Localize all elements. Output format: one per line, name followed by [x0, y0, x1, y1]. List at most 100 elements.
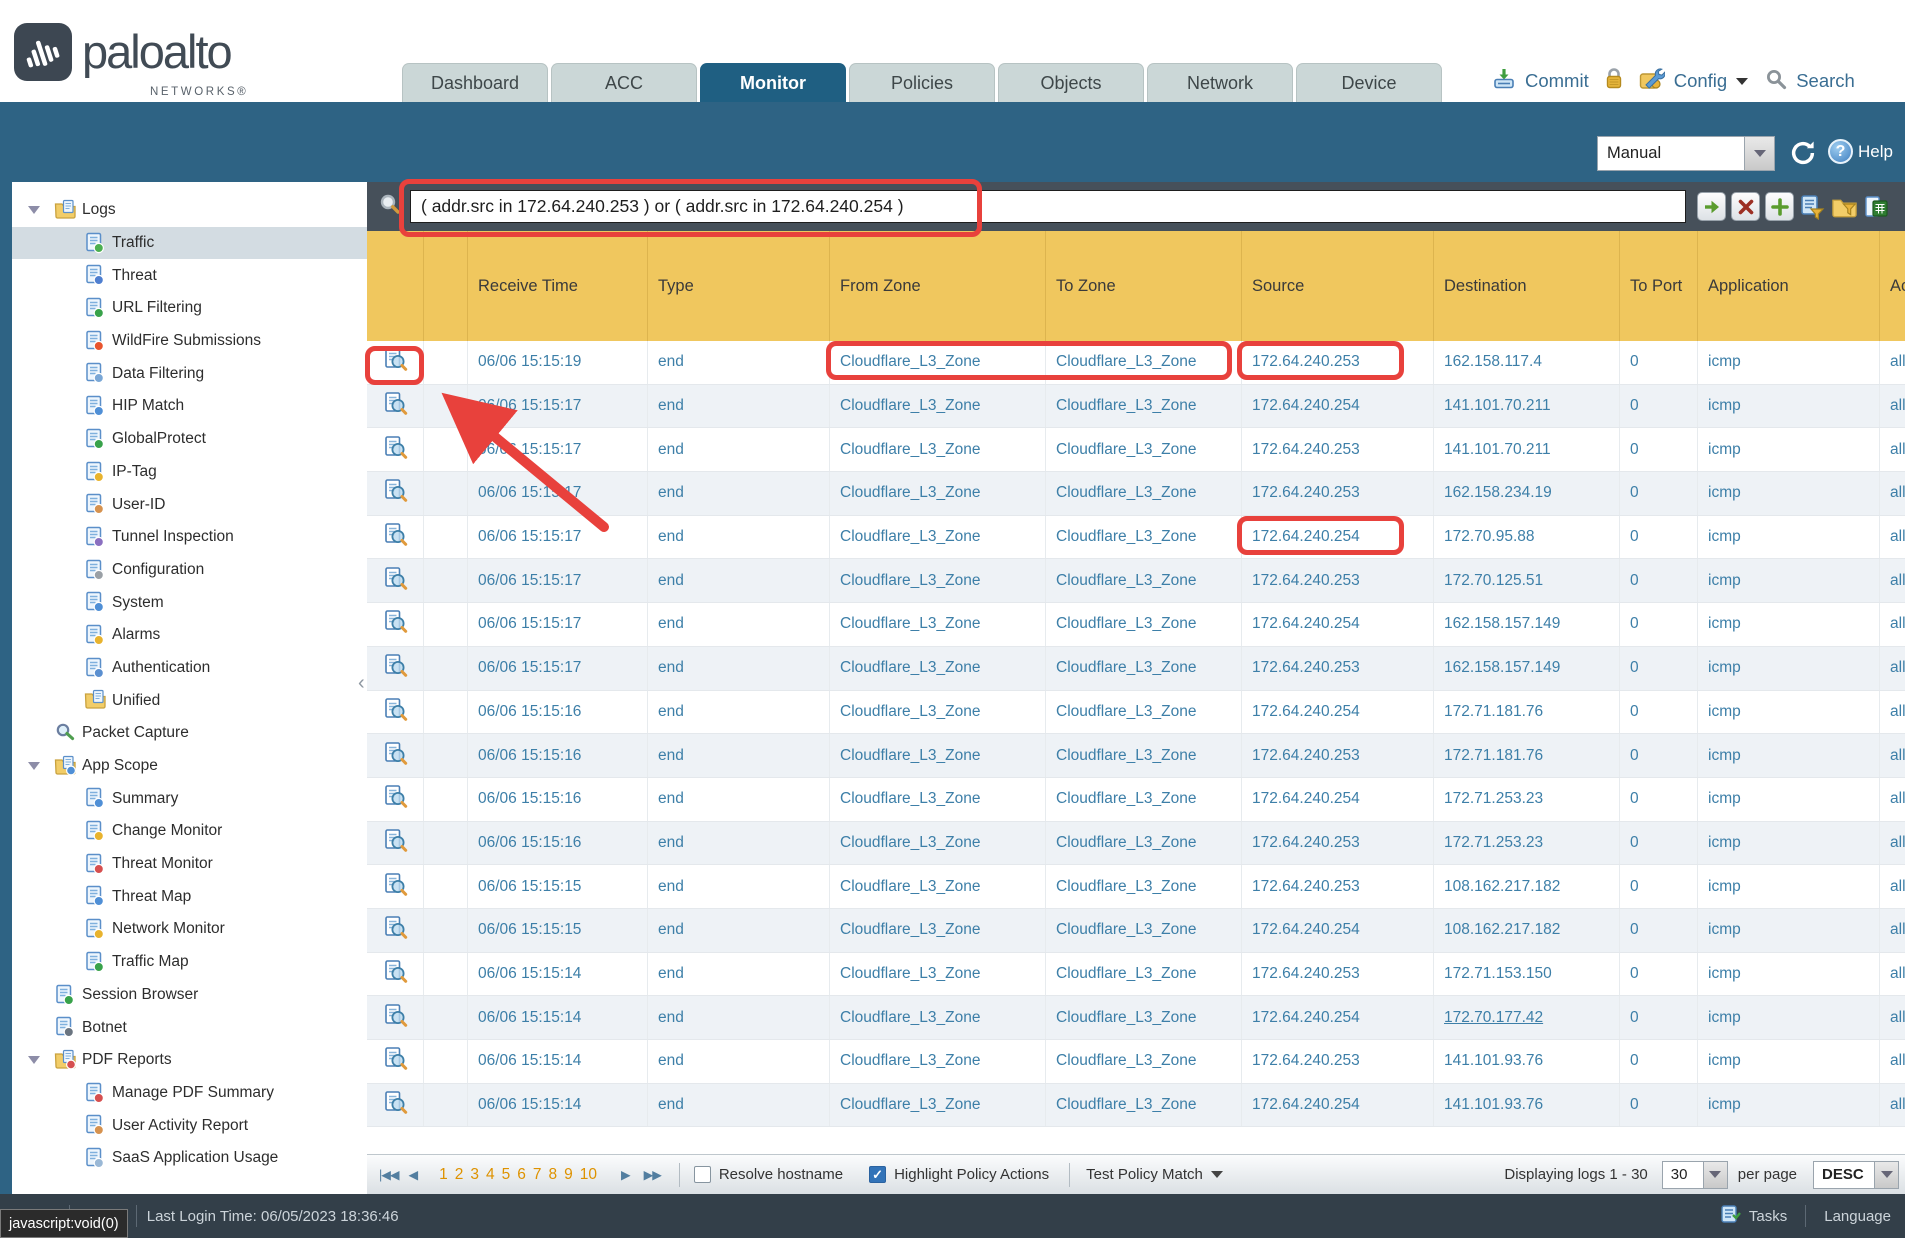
- log-detail-icon[interactable]: [383, 828, 408, 858]
- cell-detail[interactable]: [367, 822, 424, 865]
- sidebar-item-change-monitor[interactable]: Change Monitor: [12, 815, 367, 848]
- log-detail-icon[interactable]: [383, 872, 408, 902]
- sidebar-item-app-scope[interactable]: App Scope: [12, 750, 367, 783]
- cell-src[interactable]: 172.64.240.254: [1242, 603, 1434, 646]
- cell-src[interactable]: 172.64.240.253: [1242, 1040, 1434, 1083]
- resolve-hostname-checkbox[interactable]: [694, 1166, 711, 1183]
- page-number-7[interactable]: 7: [533, 1166, 542, 1184]
- cell-detail[interactable]: [367, 603, 424, 646]
- sidebar-item-alarms[interactable]: Alarms: [12, 619, 367, 652]
- help-area[interactable]: ? Help: [1828, 139, 1893, 164]
- help-label[interactable]: Help: [1858, 142, 1893, 162]
- cell-src[interactable]: 172.64.240.253: [1242, 559, 1434, 602]
- cell-dst[interactable]: 141.101.70.211: [1434, 385, 1620, 428]
- column-header-application[interactable]: Application: [1698, 231, 1880, 341]
- cell-src[interactable]: 172.64.240.253: [1242, 953, 1434, 996]
- cell-detail[interactable]: [367, 996, 424, 1039]
- language-button[interactable]: Language: [1824, 1208, 1891, 1225]
- next-page-button[interactable]: ▶: [621, 1167, 630, 1182]
- cell-dst[interactable]: 141.101.93.76: [1434, 1084, 1620, 1127]
- cell-src[interactable]: 172.64.240.253: [1242, 734, 1434, 777]
- config-caret-icon[interactable]: [1736, 78, 1748, 85]
- cell-src[interactable]: 172.64.240.253: [1242, 341, 1434, 384]
- page-number-4[interactable]: 4: [486, 1166, 495, 1184]
- sidebar-item-globalprotect[interactable]: GlobalProtect: [12, 423, 367, 456]
- column-header-to-zone[interactable]: To Zone: [1046, 231, 1242, 341]
- tab-objects[interactable]: Objects: [998, 63, 1144, 102]
- log-detail-icon[interactable]: [383, 741, 408, 771]
- first-page-button[interactable]: |◀◀: [379, 1167, 398, 1182]
- cell-src[interactable]: 172.64.240.253: [1242, 822, 1434, 865]
- log-detail-icon[interactable]: [383, 609, 408, 639]
- cell-src[interactable]: 172.64.240.253: [1242, 472, 1434, 515]
- log-detail-icon[interactable]: [383, 1003, 408, 1033]
- expander-icon[interactable]: [28, 762, 40, 770]
- cell-dst[interactable]: 172.71.253.23: [1434, 822, 1620, 865]
- last-page-button[interactable]: ▶▶: [644, 1167, 661, 1182]
- tab-acc[interactable]: ACC: [551, 63, 697, 102]
- cell-src[interactable]: 172.64.240.254: [1242, 691, 1434, 734]
- cell-dst[interactable]: 141.101.70.211: [1434, 428, 1620, 471]
- cell-src[interactable]: 172.64.240.254: [1242, 516, 1434, 559]
- expander-icon[interactable]: [28, 206, 40, 214]
- column-header-from-zone[interactable]: From Zone: [830, 231, 1046, 341]
- sidebar-item-configuration[interactable]: Configuration: [12, 554, 367, 587]
- load-filter-icon[interactable]: [1831, 193, 1858, 220]
- cell-src[interactable]: 172.64.240.254: [1242, 385, 1434, 428]
- refresh-interval-dropdown-button[interactable]: [1744, 137, 1774, 170]
- cell-detail[interactable]: [367, 647, 424, 690]
- cell-dst[interactable]: 162.158.117.4: [1434, 341, 1620, 384]
- sidebar-item-ip-tag[interactable]: IP-Tag: [12, 456, 367, 489]
- cell-detail[interactable]: [367, 865, 424, 908]
- sidebar-item-wildfire-submissions[interactable]: WildFire Submissions: [12, 325, 367, 358]
- cell-dst[interactable]: 172.70.177.42: [1434, 996, 1620, 1039]
- log-detail-icon[interactable]: [383, 435, 408, 465]
- column-header-source[interactable]: Source: [1242, 231, 1434, 341]
- cell-dst[interactable]: 172.71.153.150: [1434, 953, 1620, 996]
- sidebar-item-system[interactable]: System: [12, 586, 367, 619]
- cell-src[interactable]: 172.64.240.254: [1242, 909, 1434, 952]
- column-header-destination[interactable]: Destination: [1434, 231, 1620, 341]
- cell-detail[interactable]: [367, 1084, 424, 1127]
- column-header-spacer[interactable]: [424, 231, 468, 341]
- add-filter-button[interactable]: [1765, 192, 1794, 221]
- refresh-interval-select[interactable]: Manual: [1597, 136, 1775, 171]
- sidebar-item-packet-capture[interactable]: Packet Capture: [12, 717, 367, 750]
- tab-device[interactable]: Device: [1296, 63, 1442, 102]
- cell-detail[interactable]: [367, 953, 424, 996]
- log-detail-icon[interactable]: [383, 522, 408, 552]
- cell-detail[interactable]: [367, 341, 424, 384]
- sort-order-select[interactable]: DESC: [1813, 1161, 1899, 1189]
- cell-src[interactable]: 172.64.240.254: [1242, 1084, 1434, 1127]
- sidebar-item-threat-monitor[interactable]: Threat Monitor: [12, 848, 367, 881]
- sidebar-item-tunnel-inspection[interactable]: Tunnel Inspection: [12, 521, 367, 554]
- lock-icon[interactable]: [1604, 67, 1624, 95]
- column-header-type[interactable]: Type: [648, 231, 830, 341]
- config-button[interactable]: Config: [1674, 70, 1727, 92]
- log-detail-icon[interactable]: [383, 1046, 408, 1076]
- tab-dashboard[interactable]: Dashboard: [402, 63, 548, 102]
- test-policy-match-button[interactable]: Test Policy Match: [1086, 1166, 1203, 1183]
- log-detail-icon[interactable]: [383, 653, 408, 683]
- cell-detail[interactable]: [367, 778, 424, 821]
- column-header-action[interactable]: Action: [1880, 231, 1905, 341]
- expander-icon[interactable]: [28, 1056, 40, 1064]
- tasks-button[interactable]: Tasks: [1749, 1208, 1787, 1225]
- tab-policies[interactable]: Policies: [849, 63, 995, 102]
- page-number-5[interactable]: 5: [502, 1166, 511, 1184]
- log-detail-icon[interactable]: [383, 566, 408, 596]
- cell-detail[interactable]: [367, 734, 424, 777]
- sidebar-item-network-monitor[interactable]: Network Monitor: [12, 913, 367, 946]
- filter-builder-icon[interactable]: [1799, 193, 1826, 220]
- cell-src[interactable]: 172.64.240.253: [1242, 865, 1434, 908]
- sidebar-item-summary[interactable]: Summary: [12, 782, 367, 815]
- cell-dst[interactable]: 162.158.157.149: [1434, 603, 1620, 646]
- log-detail-icon[interactable]: [383, 784, 408, 814]
- prev-page-button[interactable]: ◀: [408, 1167, 417, 1182]
- clear-filter-button[interactable]: [1731, 192, 1760, 221]
- column-header-to-port[interactable]: To Port: [1620, 231, 1698, 341]
- sidebar-item-session-browser[interactable]: Session Browser: [12, 979, 367, 1012]
- cell-src[interactable]: 172.64.240.254: [1242, 996, 1434, 1039]
- sidebar-item-user-activity-report[interactable]: User Activity Report: [12, 1109, 367, 1142]
- apply-filter-button[interactable]: [1697, 192, 1726, 221]
